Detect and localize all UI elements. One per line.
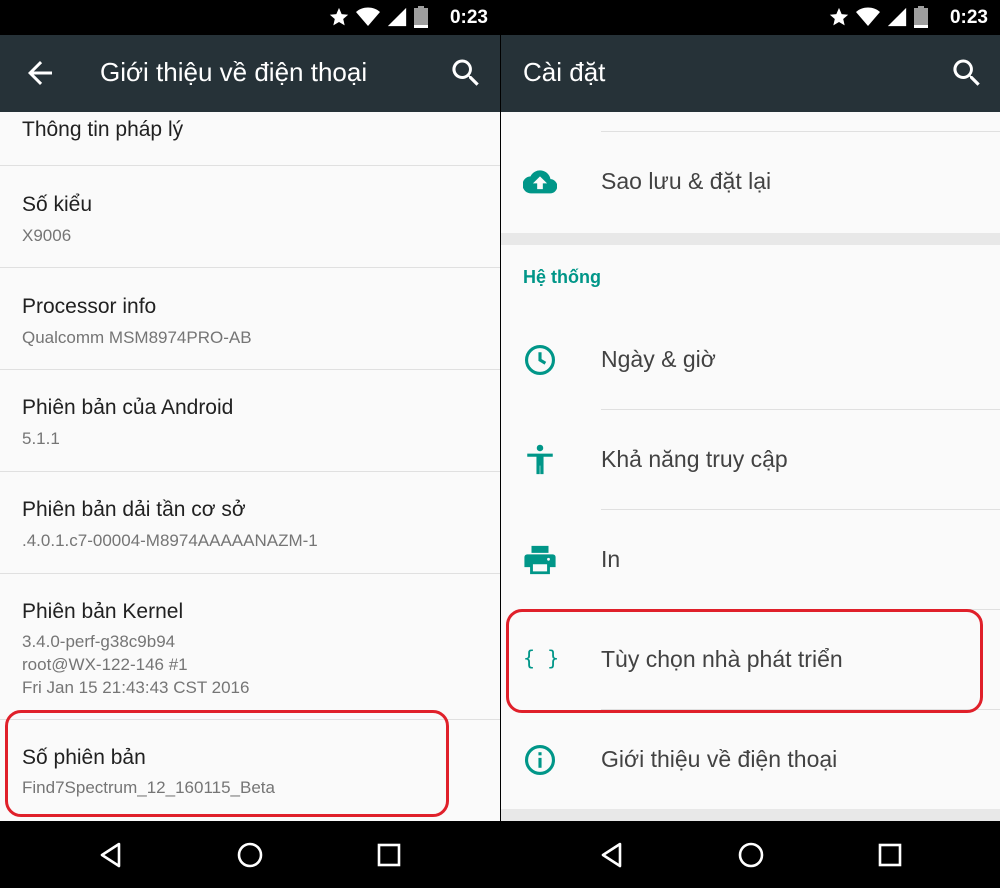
settings-item-about-phone[interactable]: Giới thiệu về điện thoại [501,710,1000,810]
status-time: 0:23 [449,7,488,28]
page-title: Cài đặt [523,57,606,87]
nav-home-icon[interactable] [736,840,766,870]
settings-item-date-time[interactable]: Ngày & giờ [501,310,1000,410]
item-value: Qualcomm MSM8974PRO-AB [22,328,252,347]
battery-icon [414,6,428,28]
highlight-box-developer-options [506,609,983,713]
status-icons [328,6,428,28]
app-bar: Giới thiệu về điện thoại [0,35,500,112]
nav-back-icon[interactable] [96,840,126,870]
item-value: X9006 [22,226,72,245]
search-icon[interactable] [448,55,484,91]
list-item-baseband[interactable]: Phiên bản dải tần cơ sở .4.0.1.c7-00004-… [0,472,500,574]
status-icons [828,6,928,28]
nav-bar [0,821,500,888]
list-item-model[interactable]: Số kiểu X9006 [0,166,500,268]
cloud-upload-icon [523,170,557,194]
item-value: 5.1.1 [22,429,60,448]
status-bar: 0:23 [501,0,1000,35]
highlight-box-build-number [5,710,449,817]
signal-icon [887,7,907,27]
settings-item-label: Sao lưu & đặt lại [601,168,772,194]
item-value: Fri Jan 15 21:43:43 CST 2016 [22,678,250,697]
status-bar: 0:23 [0,0,500,35]
nav-home-icon[interactable] [235,840,265,870]
wifi-icon [356,7,380,26]
settings-list: Sao lưu & đặt lại Hệ thống Ngày & giờ Kh… [501,112,1000,821]
page-title: Giới thiệu về điện thoại [100,57,368,87]
settings-item-label: Giới thiệu về điện thoại [601,746,838,772]
nav-back-icon[interactable] [597,840,627,870]
accessibility-icon [527,444,553,475]
app-bar: Cài đặt [501,35,1000,112]
item-value: 3.4.0-perf-g38c9b94 [22,632,176,651]
item-title: Processor info [22,295,157,318]
section-separator [501,233,1000,245]
back-arrow-icon[interactable] [22,55,58,91]
item-title: Thông tin pháp lý [22,118,184,141]
item-title: Phiên bản của Android [22,396,234,419]
info-icon [524,744,556,776]
list-item-kernel[interactable]: Phiên bản Kernel 3.4.0-perf-g38c9b94 roo… [0,574,500,720]
item-title: Số kiểu [22,193,93,216]
settings-item-label: Ngày & giờ [601,346,716,372]
nav-bar [501,821,1000,888]
item-title: Phiên bản Kernel [22,600,184,623]
wifi-icon [856,7,880,26]
printer-icon [524,545,556,575]
star-icon [829,7,849,26]
settings-screen: 0:23 Cài đặt Sao lưu & đặt lại Hệ thống … [501,0,1000,888]
list-item-legal-info[interactable]: Thông tin pháp lý [0,112,500,166]
section-title-system: Hệ thống [523,267,601,287]
list-item-processor[interactable]: Processor info Qualcomm MSM8974PRO-AB [0,268,500,370]
list-item-android-version[interactable]: Phiên bản của Android 5.1.1 [0,370,500,472]
search-icon[interactable] [949,55,985,91]
section-separator [501,809,1000,821]
battery-icon [914,6,928,28]
star-icon [329,7,349,26]
item-value: .4.0.1.c7-00004-M8974AAAAANAZM-1 [22,531,318,550]
signal-icon [387,7,407,27]
settings-item-backup-reset[interactable]: Sao lưu & đặt lại [501,132,1000,232]
item-value: root@WX-122-146 #1 [22,655,188,674]
status-time: 0:23 [949,7,988,28]
settings-item-print[interactable]: In [501,510,1000,610]
nav-recents-icon[interactable] [875,840,905,870]
about-phone-screen: 0:23 Giới thiệu về điện thoại Thông tin … [0,0,500,888]
settings-item-label: Khả năng truy cập [601,446,788,472]
about-list: Thông tin pháp lý Số kiểu X9006 Processo… [0,112,500,821]
nav-recents-icon[interactable] [374,840,404,870]
clock-icon [524,344,556,376]
settings-item-accessibility[interactable]: Khả năng truy cập [501,410,1000,510]
settings-item-label: In [601,546,621,572]
item-title: Phiên bản dải tần cơ sở [22,498,246,521]
